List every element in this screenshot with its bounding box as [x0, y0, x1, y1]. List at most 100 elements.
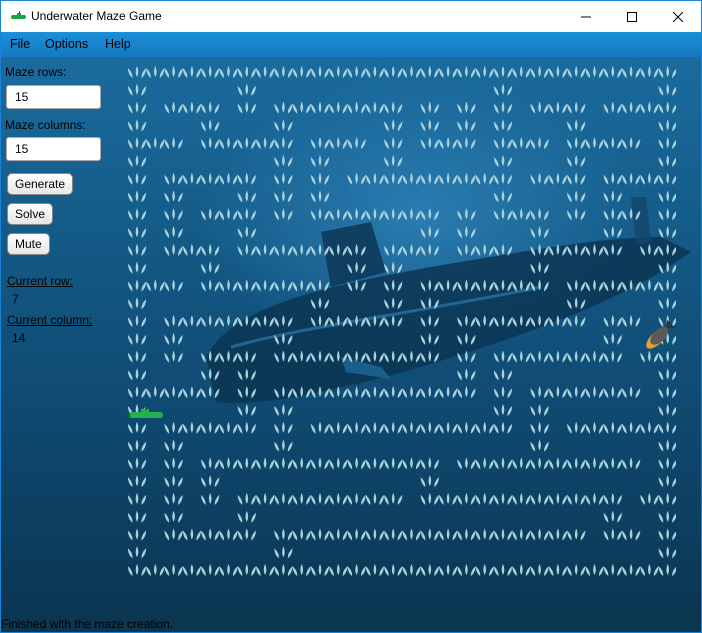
seaweed-wall	[365, 350, 385, 363]
seaweed-wall	[384, 208, 403, 221]
seaweed-wall	[512, 350, 531, 363]
seaweed-wall	[365, 172, 385, 185]
seaweed-wall	[493, 243, 513, 256]
seaweed-wall	[219, 421, 238, 434]
minimize-button[interactable]	[563, 1, 609, 32]
seaweed-wall	[457, 226, 476, 239]
seaweed-wall	[310, 457, 330, 470]
seaweed-wall	[548, 172, 568, 185]
seaweed-wall	[384, 564, 403, 577]
seaweed-wall	[438, 421, 458, 434]
seaweed-wall	[292, 66, 311, 79]
seaweed-wall	[493, 119, 513, 132]
seaweed-wall	[384, 119, 403, 132]
seaweed-wall	[201, 208, 220, 221]
seaweed-wall	[512, 315, 531, 328]
generate-button[interactable]: Generate	[7, 173, 74, 195]
close-button[interactable]	[655, 1, 701, 32]
seaweed-wall	[603, 101, 622, 114]
seaweed-wall	[585, 492, 604, 505]
seaweed-wall	[274, 386, 293, 399]
seaweed-wall	[493, 172, 513, 185]
seaweed-wall	[420, 332, 439, 345]
mute-button[interactable]: Mute	[7, 233, 50, 255]
seaweed-wall	[219, 172, 238, 185]
seaweed-wall	[493, 457, 513, 470]
solve-button[interactable]: Solve	[7, 203, 54, 225]
seaweed-wall	[384, 172, 403, 185]
seaweed-wall	[128, 368, 147, 381]
seaweed-wall	[128, 564, 147, 577]
seaweed-wall	[530, 66, 549, 79]
seaweed-wall	[310, 528, 330, 541]
seaweed-wall	[384, 350, 403, 363]
seaweed-wall	[603, 208, 622, 221]
current-row-label: Current row:	[7, 274, 74, 288]
seaweed-wall	[146, 137, 165, 150]
seaweed-wall	[274, 492, 293, 505]
seaweed-wall	[457, 137, 476, 150]
seaweed-wall	[201, 528, 220, 541]
submarine-icon	[127, 406, 163, 418]
seaweed-wall	[658, 172, 676, 185]
seaweed-wall	[219, 350, 238, 363]
seaweed-wall	[201, 101, 220, 114]
maximize-button[interactable]	[609, 1, 655, 32]
seaweed-wall	[274, 190, 293, 203]
seaweed-wall	[567, 154, 586, 167]
seaweed-wall	[274, 101, 293, 114]
seaweed-wall	[475, 457, 494, 470]
seaweed-wall	[255, 137, 275, 150]
seaweed-wall	[457, 457, 476, 470]
menu-file[interactable]: File	[10, 37, 30, 51]
seaweed-wall	[640, 66, 659, 79]
seaweed-wall	[384, 386, 403, 399]
seaweed-wall	[274, 421, 293, 434]
seaweed-wall	[384, 66, 403, 79]
seaweed-wall	[329, 101, 348, 114]
seaweed-wall	[621, 386, 641, 399]
seaweed-wall	[585, 350, 604, 363]
seaweed-wall	[182, 66, 202, 79]
submarine-icon	[11, 11, 26, 19]
seaweed-wall	[438, 528, 458, 541]
seaweed-wall	[658, 261, 676, 274]
maze-rows-label: Maze rows:	[5, 65, 67, 79]
seaweed-wall	[603, 190, 622, 203]
seaweed-wall	[512, 208, 531, 221]
seaweed-wall	[548, 66, 568, 79]
seaweed-wall	[237, 66, 256, 79]
seaweed-wall	[128, 439, 147, 452]
seaweed-wall	[201, 386, 220, 399]
maze-columns-input[interactable]: 15	[6, 137, 101, 161]
seaweed-wall	[310, 350, 330, 363]
seaweed-wall	[292, 492, 311, 505]
seaweed-wall	[603, 492, 622, 505]
seaweed-wall	[164, 528, 183, 541]
maze-rows-input[interactable]: 15	[6, 85, 101, 109]
seaweed-wall	[585, 137, 604, 150]
seaweed-wall	[493, 83, 513, 96]
seaweed-wall	[621, 66, 641, 79]
seaweed-wall	[493, 137, 513, 150]
seaweed-wall	[603, 243, 622, 256]
seaweed-wall	[658, 457, 676, 470]
seaweed-wall	[182, 421, 202, 434]
menu-help[interactable]: Help	[105, 37, 131, 51]
seaweed-wall	[164, 315, 183, 328]
seaweed-wall	[347, 66, 366, 79]
seaweed-wall	[128, 421, 147, 434]
seaweed-wall	[182, 243, 202, 256]
seaweed-wall	[530, 101, 549, 114]
seaweed-wall	[548, 492, 568, 505]
seaweed-wall	[329, 350, 348, 363]
seaweed-wall	[201, 492, 220, 505]
seaweed-wall	[292, 457, 311, 470]
seaweed-wall	[420, 243, 439, 256]
seaweed-wall	[274, 439, 293, 452]
seaweed-wall	[603, 137, 622, 150]
seaweed-wall	[292, 386, 311, 399]
seaweed-wall	[347, 421, 366, 434]
seaweed-wall	[475, 315, 494, 328]
menu-options[interactable]: Options	[45, 37, 88, 51]
